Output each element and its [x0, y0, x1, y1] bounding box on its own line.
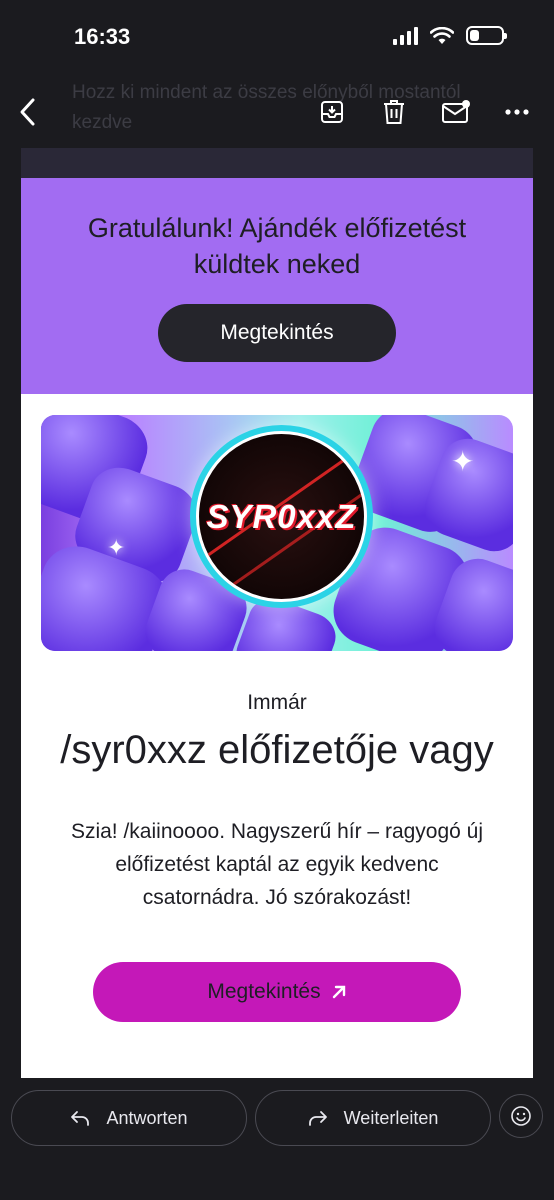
email-content: Immár /syr0xxz előfizetője vagy Szia! /k… — [21, 691, 533, 1022]
reply-button[interactable]: Antworten — [11, 1090, 247, 1146]
hero-title: Gratulálunk! Ajándék előfizetést küldtek… — [87, 213, 467, 279]
trash-icon — [384, 100, 404, 124]
bottom-action-bar: Antworten Weiterleiten — [0, 1078, 554, 1200]
sparkle-icon: ✦ — [451, 446, 475, 477]
mark-unread-button[interactable] — [438, 94, 474, 130]
emoji-reaction-button[interactable] — [499, 1094, 543, 1138]
hero-section: Gratulálunk! Ajándék előfizetést küldtek… — [21, 178, 533, 394]
more-horizontal-icon — [505, 109, 529, 115]
back-button[interactable] — [10, 94, 46, 130]
wifi-icon — [430, 26, 454, 44]
reply-label: Antworten — [106, 1107, 188, 1128]
cta-label: Megtekintés — [207, 980, 321, 1003]
status-icons — [393, 26, 507, 45]
reply-icon — [71, 1111, 90, 1126]
lead-text: Immár — [247, 691, 307, 714]
status-time: 16:33 — [74, 24, 131, 49]
cta-view-button[interactable]: Megtekintés — [93, 962, 461, 1022]
sparkle-icon: ✦ — [107, 535, 126, 560]
hero-view-button[interactable]: Megtekintés — [158, 304, 396, 362]
body-text: Szia! /kaiinoooo. Nagyszerű hír – ragyog… — [70, 820, 484, 909]
channel-avatar: SYR0xxZ — [190, 425, 373, 608]
forward-button[interactable]: Weiterleiten — [255, 1090, 491, 1146]
smiley-icon — [511, 1106, 531, 1126]
mail-unread-icon — [442, 100, 470, 123]
battery-icon — [466, 26, 507, 45]
delete-button[interactable] — [376, 94, 412, 130]
arrow-up-right-icon — [332, 985, 345, 999]
avatar-image: SYR0xxZ — [196, 431, 367, 602]
mail-toolbar — [0, 76, 554, 148]
channel-banner[interactable]: ✦ ✦ SYR0xxZ — [41, 415, 513, 651]
forward-icon — [308, 1111, 327, 1126]
status-bar: 16:33 — [0, 0, 554, 76]
chevron-left-icon — [20, 98, 35, 126]
channel-title: /syr0xxz előfizetője vagy — [60, 728, 494, 772]
more-button[interactable] — [499, 94, 535, 130]
battery-level — [470, 30, 479, 41]
archive-icon — [321, 101, 343, 123]
email-header-strip — [21, 148, 533, 178]
forward-label: Weiterleiten — [343, 1107, 439, 1128]
signal-icon — [393, 26, 418, 45]
archive-button[interactable] — [314, 94, 350, 130]
avatar-channel-name: SYR0xxZ — [206, 497, 357, 535]
email-body: Gratulálunk! Ajándék előfizetést küldtek… — [21, 148, 533, 1078]
